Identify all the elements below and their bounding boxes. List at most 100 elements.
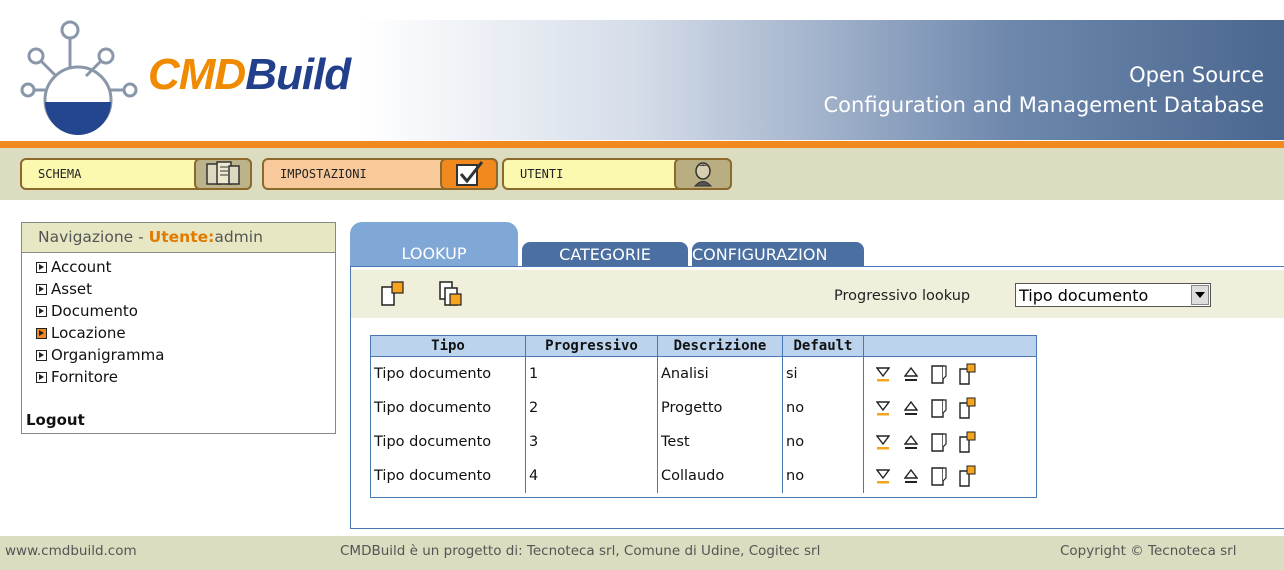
navigation-header: Navigazione - Utente:admin — [22, 223, 335, 253]
navigation-list: Account Asset Documento Locazione Organi… — [22, 253, 335, 388]
move-up-icon[interactable] — [902, 465, 920, 487]
navigation-title: Navigazione - — [38, 228, 149, 246]
move-up-icon[interactable] — [902, 363, 920, 385]
column-header-descrizione[interactable]: Descrizione — [658, 336, 783, 356]
move-up-icon[interactable] — [902, 431, 920, 453]
footer: www.cmdbuild.com CMDBuild è un progetto … — [0, 536, 1284, 570]
cell-descrizione: Analisi — [658, 357, 783, 391]
move-up-icon[interactable] — [902, 397, 920, 419]
move-down-icon[interactable] — [874, 397, 892, 419]
nav-item-locazione[interactable]: Locazione — [36, 322, 335, 344]
table-header: Tipo Progressivo Descrizione Default — [371, 336, 1036, 357]
menu-impostazioni-button[interactable]: IMPOSTAZIONI — [262, 158, 498, 190]
new-document-icon[interactable] — [958, 465, 976, 487]
footer-site-link[interactable]: www.cmdbuild.com — [5, 543, 137, 559]
cell-default: si — [783, 357, 864, 391]
nav-item-label: Organigramma — [51, 346, 165, 364]
menu-impostazioni-label: IMPOSTAZIONI — [280, 167, 367, 181]
header-divider — [0, 141, 1284, 148]
nav-item-organigramma[interactable]: Organigramma — [36, 344, 335, 366]
lookup-type-select[interactable]: Tipo documento — [1015, 283, 1211, 307]
cmdbuild-logo-icon — [20, 20, 138, 135]
edit-document-icon[interactable] — [930, 397, 948, 419]
tab-configurazione[interactable]: CONFIGURAZION — [692, 242, 864, 268]
move-down-icon[interactable] — [874, 465, 892, 487]
nav-item-label: Fornitore — [51, 368, 118, 386]
expand-icon — [36, 305, 47, 317]
column-header-actions — [864, 336, 1036, 356]
nav-item-fornitore[interactable]: Fornitore — [36, 366, 335, 388]
new-document-icon[interactable] — [958, 397, 976, 419]
tab-lookup[interactable]: LOOKUP — [350, 222, 518, 268]
column-header-progressivo[interactable]: Progressivo — [526, 336, 658, 356]
cell-descrizione: Test — [658, 425, 783, 459]
table-row[interactable]: Tipo documento 4 Collaudo no — [371, 459, 1036, 493]
column-header-tipo[interactable]: Tipo — [371, 336, 526, 356]
row-actions — [864, 459, 1036, 493]
cell-descrizione: Collaudo — [658, 459, 783, 493]
menu-schema-label: SCHEMA — [38, 167, 82, 181]
edit-document-icon[interactable] — [930, 363, 948, 385]
navigation-panel: Navigazione - Utente:admin Account Asset… — [21, 222, 336, 434]
new-document-icon[interactable] — [958, 431, 976, 453]
menu-schema-button[interactable]: SCHEMA — [20, 158, 252, 190]
logout-link[interactable]: Logout — [26, 411, 85, 429]
schema-icon — [194, 158, 252, 190]
nav-item-asset[interactable]: Asset — [36, 278, 335, 300]
table-row[interactable]: Tipo documento 1 Analisi si — [371, 357, 1036, 391]
row-actions — [864, 391, 1036, 425]
copy-document-icon[interactable] — [438, 281, 464, 307]
expand-icon — [36, 283, 47, 295]
table-row[interactable]: Tipo documento 3 Test no — [371, 425, 1036, 459]
nav-item-label: Asset — [51, 280, 93, 298]
cell-tipo: Tipo documento — [371, 391, 526, 425]
tab-categorie[interactable]: CATEGORIE — [522, 242, 688, 268]
cell-default: no — [783, 391, 864, 425]
new-document-icon[interactable] — [380, 281, 406, 307]
footer-credits: CMDBuild è un progetto di: Tecnoteca srl… — [340, 543, 821, 559]
table-body: Tipo documento 1 Analisi si Tipo documento 2 P… — [371, 357, 1036, 493]
logo-wordmark: CMDBuild — [148, 50, 351, 100]
nav-item-label: Documento — [51, 302, 138, 320]
cell-default: no — [783, 459, 864, 493]
lookup-table: Tipo Progressivo Descrizione Default Tip… — [370, 335, 1037, 498]
expand-icon — [36, 349, 47, 361]
chevron-down-icon[interactable] — [1191, 285, 1209, 305]
username: admin — [214, 228, 263, 246]
tagline-line2: Configuration and Management Database — [823, 93, 1265, 117]
user-icon — [674, 158, 732, 190]
cell-tipo: Tipo documento — [371, 425, 526, 459]
cell-progressivo: 2 — [526, 391, 658, 425]
menu-utenti-button[interactable]: UTENTI — [502, 158, 732, 190]
move-down-icon[interactable] — [874, 431, 892, 453]
row-actions — [864, 425, 1036, 459]
cell-default: no — [783, 425, 864, 459]
lookup-select-label: Progressivo lookup — [834, 288, 971, 304]
logo-cmd: CMD — [148, 50, 246, 99]
row-actions — [864, 357, 1036, 391]
user-label: Utente: — [148, 228, 215, 246]
nav-item-label: Account — [51, 258, 112, 276]
menu-utenti-label: UTENTI — [520, 167, 564, 181]
table-row[interactable]: Tipo documento 2 Progetto no — [371, 391, 1036, 425]
edit-document-icon[interactable] — [930, 431, 948, 453]
cell-tipo: Tipo documento — [371, 357, 526, 391]
cell-descrizione: Progetto — [658, 391, 783, 425]
edit-document-icon[interactable] — [930, 465, 948, 487]
lookup-select-value: Tipo documento — [1019, 285, 1149, 305]
cell-progressivo: 4 — [526, 459, 658, 493]
cell-progressivo: 1 — [526, 357, 658, 391]
expand-icon — [36, 261, 47, 273]
logo-build: Build — [245, 50, 351, 99]
expand-icon — [36, 327, 47, 339]
cell-progressivo: 3 — [526, 425, 658, 459]
cell-tipo: Tipo documento — [371, 459, 526, 493]
column-header-default[interactable]: Default — [783, 336, 864, 356]
nav-item-account[interactable]: Account — [36, 256, 335, 278]
nav-item-documento[interactable]: Documento — [36, 300, 335, 322]
move-down-icon[interactable] — [874, 363, 892, 385]
new-document-icon[interactable] — [958, 363, 976, 385]
tagline-line1: Open Source — [1129, 63, 1264, 87]
nav-item-label: Locazione — [51, 324, 126, 342]
header: CMDBuild Open Source Configuration and M… — [0, 0, 1284, 140]
